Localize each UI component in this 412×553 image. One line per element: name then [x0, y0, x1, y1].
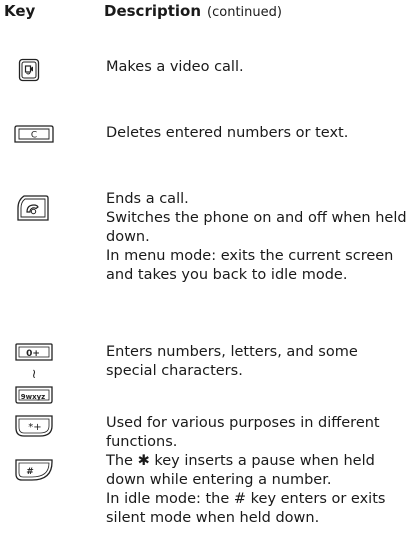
clear-key-icon: C — [14, 125, 54, 143]
description-cell: Ends a call. Switches the phone on and o… — [106, 190, 410, 285]
description-line: Makes a video call. — [106, 59, 244, 75]
description-column-heading: Description (continued) — [104, 2, 282, 20]
description-line: In idle mode: the # key enters or exits … — [106, 491, 386, 526]
clear-key-label: C — [31, 131, 37, 141]
table-row: *+ # Used for various purposes in differ… — [0, 414, 412, 550]
table-header: Key Description (continued) — [0, 2, 412, 24]
key-nine-label: 9wxyz — [21, 393, 46, 401]
key-zero-label: 0+ — [26, 349, 40, 359]
table-row: 0+ ≀ 9wxyz Enters numbers, letters, and … — [0, 343, 412, 405]
description-heading-label: Description — [104, 2, 202, 20]
description-cell: Enters numbers, letters, and some specia… — [106, 343, 410, 381]
description-line: The ✱ key inserts a pause when held down… — [106, 453, 375, 488]
hash-key-label: # — [26, 467, 34, 477]
end-call-key-icon — [17, 195, 49, 221]
star-key-label: *+ — [28, 422, 41, 433]
table-row: Ends a call. Switches the phone on and o… — [0, 190, 412, 330]
description-line: Enters numbers, letters, and some specia… — [106, 344, 358, 379]
description-line: Switches the phone on and off when held … — [106, 210, 407, 245]
alphanumeric-keys-icon: 0+ ≀ 9wxyz — [15, 343, 53, 404]
description-line: Deletes entered numbers or text. — [106, 125, 349, 141]
table-row: Makes a video call. — [0, 58, 412, 98]
description-line: In menu mode: exits the current screen a… — [106, 248, 394, 283]
video-call-key-icon — [18, 58, 40, 82]
range-symbol: ≀ — [32, 367, 37, 382]
description-cell: Makes a video call. — [106, 58, 410, 77]
star-hash-keys-icon: *+ # — [15, 415, 53, 481]
description-cell: Used for various purposes in different f… — [106, 414, 410, 528]
description-line: Ends a call. — [106, 191, 189, 207]
table-row: C Deletes entered numbers or text. — [0, 124, 412, 164]
continued-label: (continued) — [207, 5, 282, 20]
description-line: Used for various purposes in different f… — [106, 415, 380, 450]
description-cell: Deletes entered numbers or text. — [106, 124, 410, 143]
key-column-heading: Key — [4, 2, 36, 20]
